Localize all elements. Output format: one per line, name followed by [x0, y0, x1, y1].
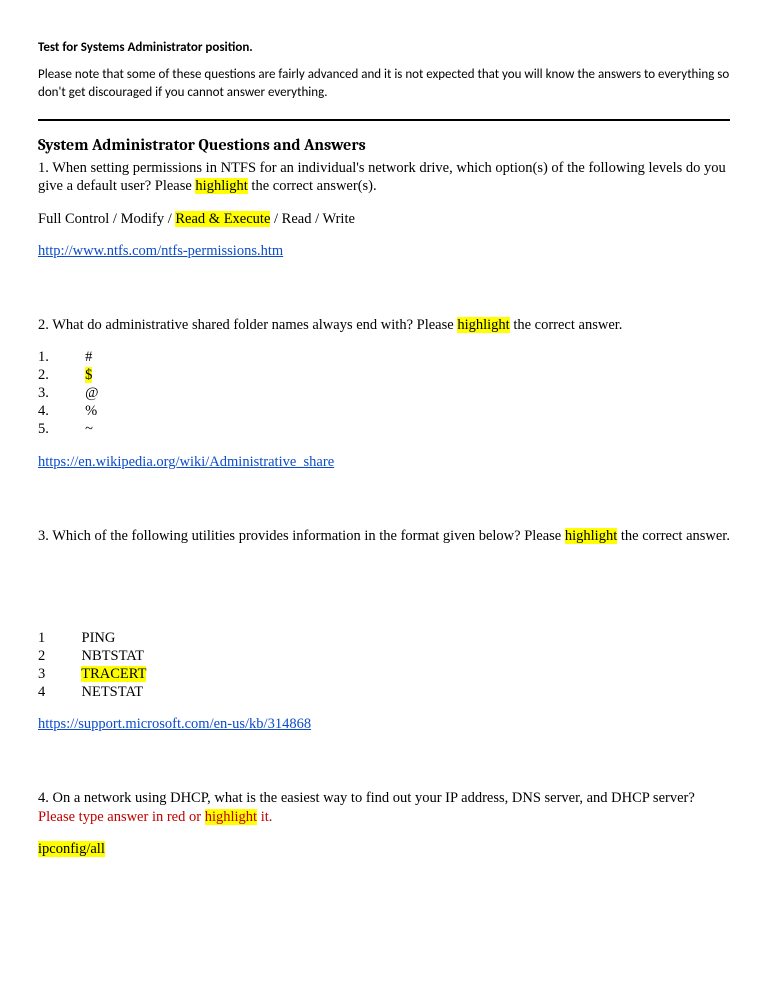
q3-text-b: the correct answer.	[617, 528, 730, 544]
option-number: 1.	[38, 349, 49, 365]
divider	[38, 119, 730, 121]
q1-answer: Read & Execute	[175, 211, 270, 227]
option-value: @	[85, 385, 98, 401]
q2-options: 1. #2. $3. @4. %5. ~	[38, 348, 730, 439]
option-value: NETSTAT	[82, 684, 144, 700]
q4-highlight-word: highlight	[205, 809, 257, 825]
intro-title: Test for Systems Administrator position.	[38, 40, 730, 56]
option-value: NBTSTAT	[82, 648, 144, 664]
q1-text: 1. When setting permissions in NTFS for …	[38, 159, 730, 195]
q4-red-b: it.	[257, 809, 272, 825]
q1-options-a: Full Control / Modify /	[38, 211, 175, 227]
q3-link[interactable]: https://support.microsoft.com/en-us/kb/3…	[38, 716, 311, 732]
option-row: 1. #	[38, 348, 730, 366]
option-number: 2	[38, 648, 45, 664]
q1-highlight-word: highlight	[195, 178, 247, 194]
option-number: 1	[38, 630, 45, 646]
q1-options-b: / Read / Write	[270, 211, 355, 227]
option-number: 3	[38, 666, 45, 682]
option-row: 3. @	[38, 384, 730, 402]
option-value: #	[85, 349, 92, 365]
option-row: 4 NETSTAT	[38, 683, 730, 701]
main-heading: System Administrator Questions and Answe…	[38, 135, 730, 155]
option-value: $	[85, 367, 92, 383]
option-row: 3 TRACERT	[38, 665, 730, 683]
option-number: 3.	[38, 385, 49, 401]
option-row: 4. %	[38, 402, 730, 420]
q4-answer: ipconfig/all	[38, 841, 105, 857]
q2-text-a: 2. What do administrative shared folder …	[38, 317, 457, 333]
option-row: 1 PING	[38, 629, 730, 647]
option-number: 5.	[38, 421, 49, 437]
option-number: 2.	[38, 367, 49, 383]
option-row: 5. ~	[38, 420, 730, 438]
q1-link[interactable]: http://www.ntfs.com/ntfs-permissions.htm	[38, 243, 283, 259]
q2-link-row: https://en.wikipedia.org/wiki/Administra…	[38, 453, 730, 471]
q3-highlight-word: highlight	[565, 528, 617, 544]
option-value: ~	[85, 421, 93, 437]
q1-text-a: 1. When setting permissions in NTFS for …	[38, 160, 726, 194]
q2-link[interactable]: https://en.wikipedia.org/wiki/Administra…	[38, 454, 334, 470]
q2-text: 2. What do administrative shared folder …	[38, 316, 730, 334]
q4-red-a: Please type answer in red or	[38, 809, 205, 825]
q1-text-b: the correct answer(s).	[248, 178, 377, 194]
q3-options: 1 PING2 NBTSTAT3 TRACERT4 NETSTAT	[38, 629, 730, 702]
option-value: PING	[82, 630, 116, 646]
option-number: 4.	[38, 403, 49, 419]
option-row: 2 NBTSTAT	[38, 647, 730, 665]
option-number: 4	[38, 684, 45, 700]
q4-text: 4. On a network using DHCP, what is the …	[38, 789, 730, 825]
q3-text-a: 3. Which of the following utilities prov…	[38, 528, 565, 544]
q2-highlight-word: highlight	[457, 317, 509, 333]
option-value: %	[85, 403, 97, 419]
q4-answer-row: ipconfig/all	[38, 840, 730, 858]
q3-link-row: https://support.microsoft.com/en-us/kb/3…	[38, 715, 730, 733]
q4-text-a: 4. On a network using DHCP, what is the …	[38, 790, 695, 806]
q1-link-row: http://www.ntfs.com/ntfs-permissions.htm	[38, 242, 730, 260]
intro-body: Please note that some of these questions…	[38, 66, 730, 101]
q3-text: 3. Which of the following utilities prov…	[38, 527, 730, 545]
q1-options: Full Control / Modify / Read & Execute /…	[38, 210, 730, 228]
option-row: 2. $	[38, 366, 730, 384]
option-value: TRACERT	[81, 666, 146, 682]
q2-text-b: the correct answer.	[510, 317, 623, 333]
